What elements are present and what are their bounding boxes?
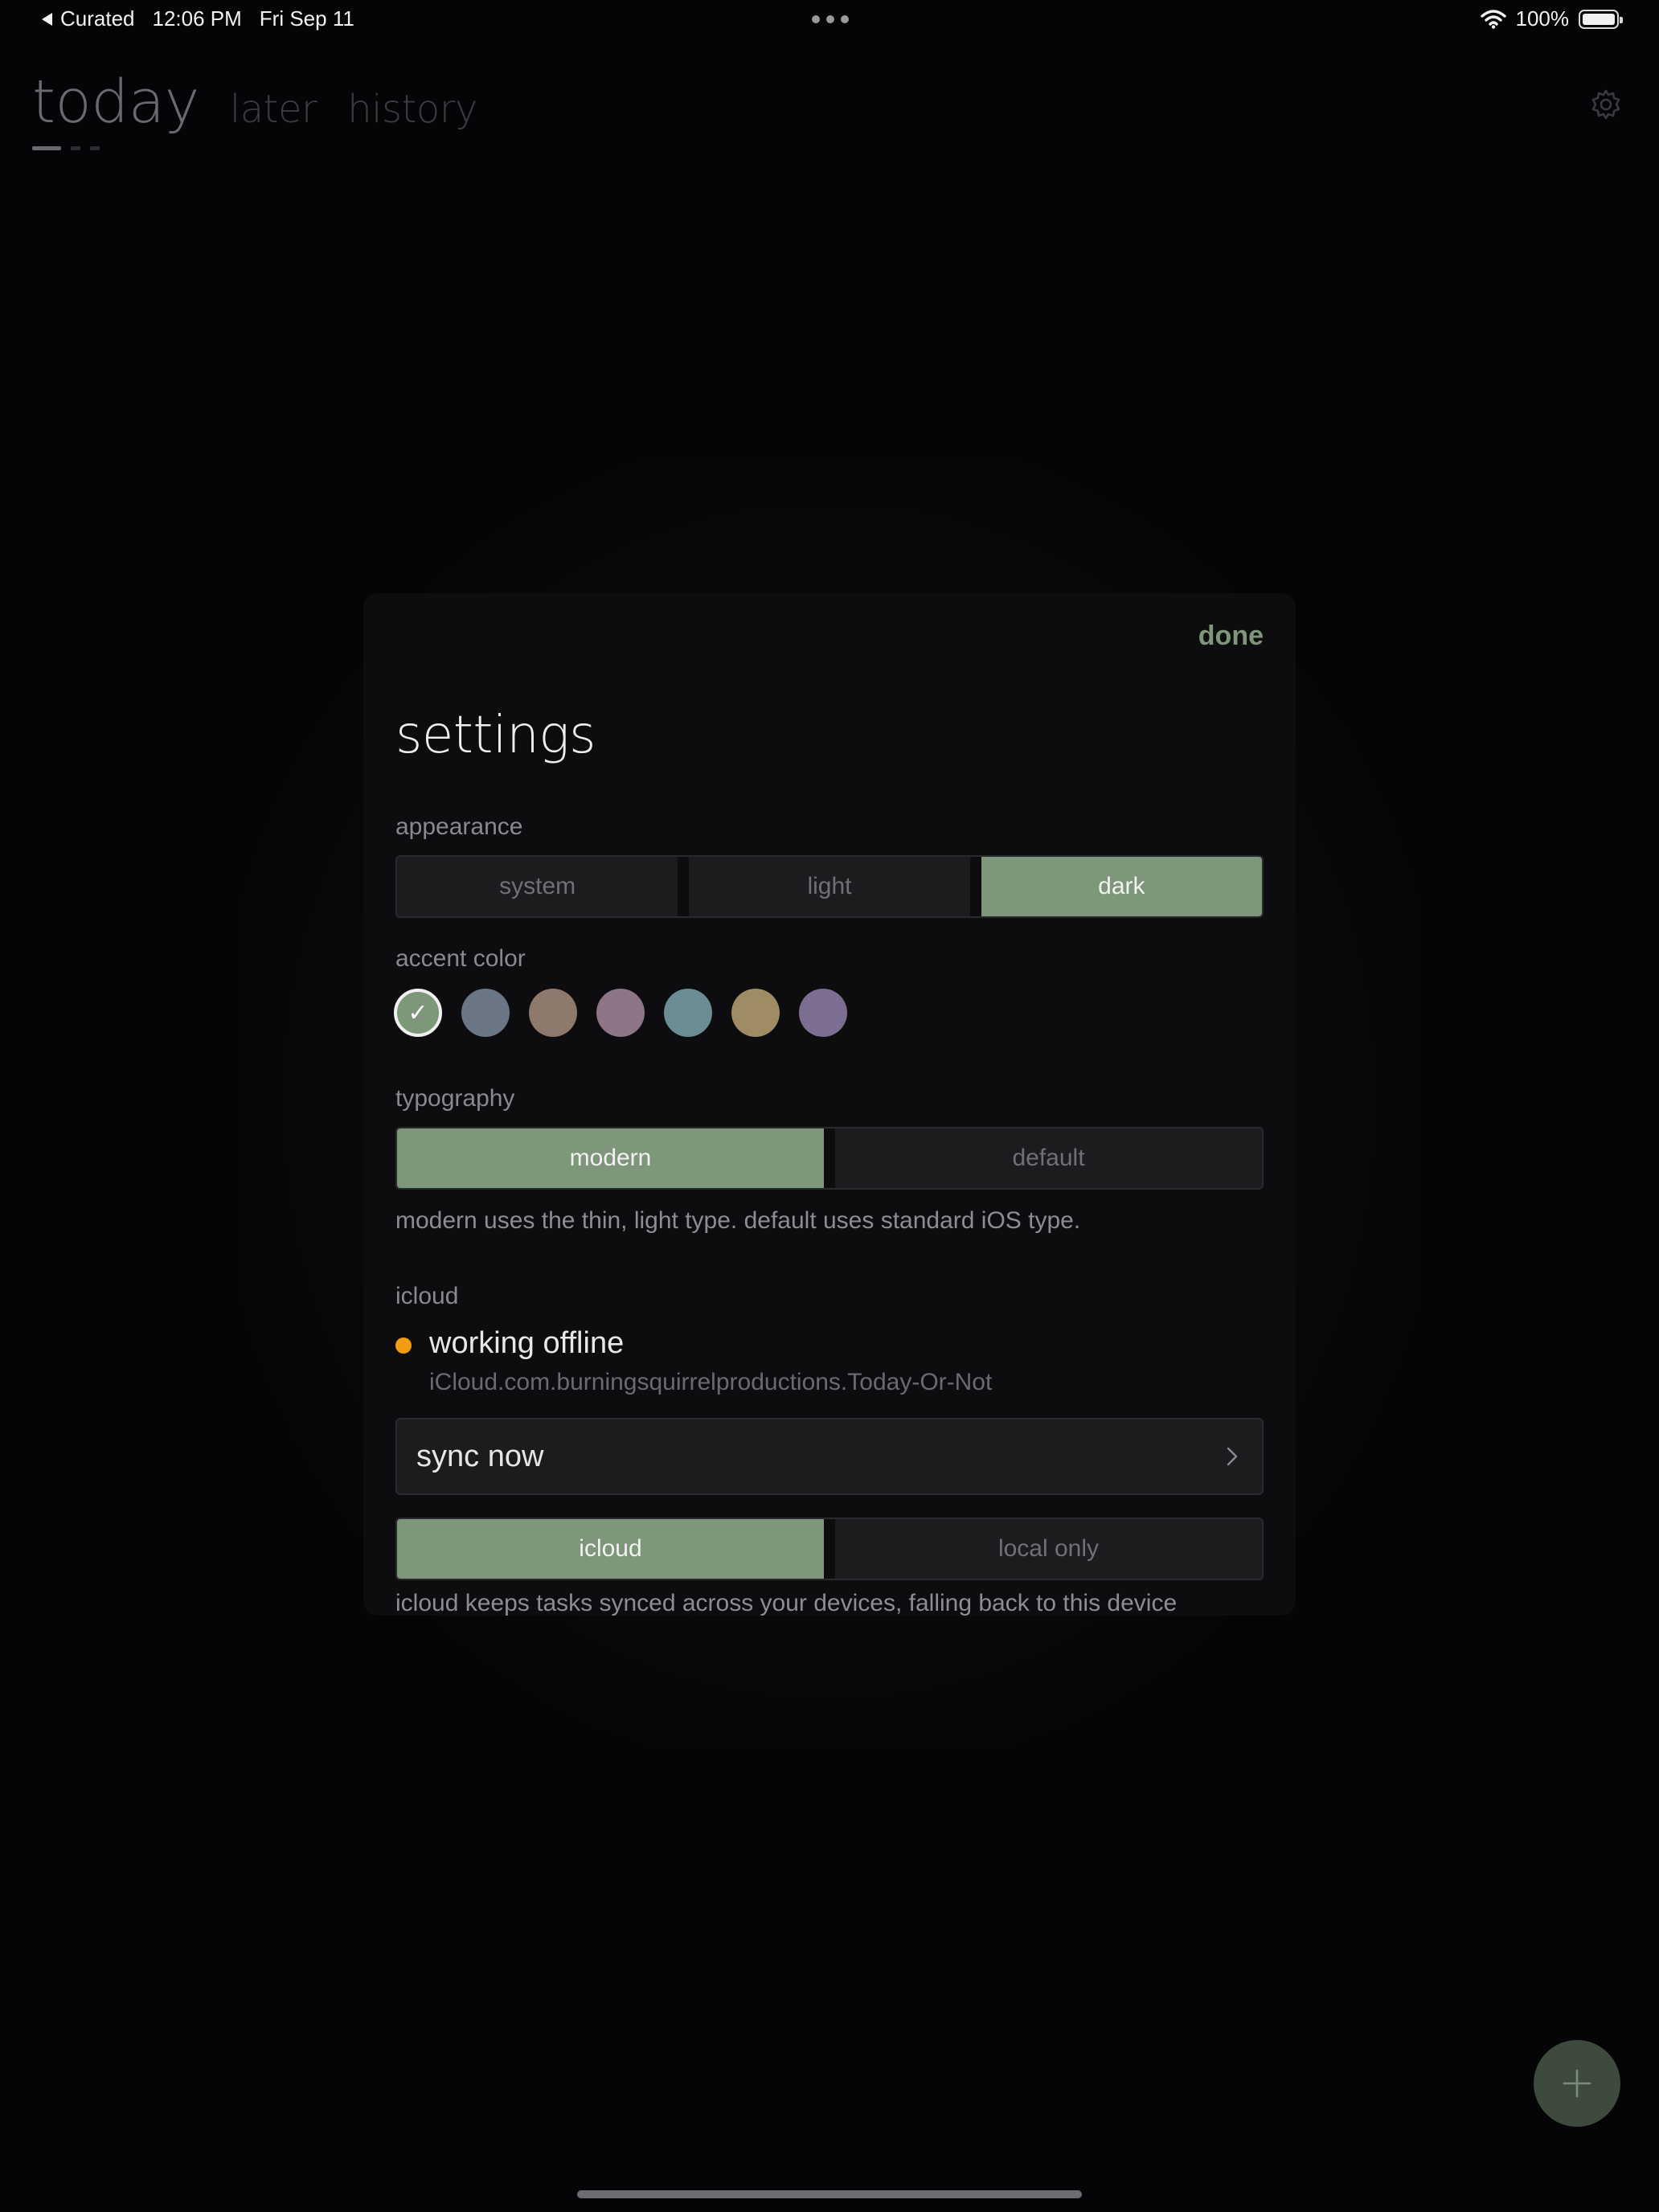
- back-arrow-icon: [42, 12, 52, 26]
- screen: Curated 12:06 PM Fri Sep 11 100% today l…: [0, 0, 1659, 2212]
- typography-label: typography: [395, 1085, 515, 1112]
- accent-swatch-7[interactable]: [799, 989, 847, 1037]
- accent-swatch-6[interactable]: [731, 989, 780, 1037]
- icloud-label: icloud: [395, 1283, 459, 1309]
- sync-now-label: sync now: [416, 1439, 544, 1473]
- accent-swatch-2[interactable]: [461, 989, 510, 1037]
- icloud-container-id: iCloud.com.burningsquirrelproductions.To…: [429, 1369, 993, 1395]
- multitasking-dots-icon[interactable]: [812, 15, 849, 23]
- icloud-status-text: working offline iCloud.com.burningsquirr…: [429, 1326, 992, 1396]
- chevron-right-icon: [1227, 1447, 1238, 1466]
- icloud-status-main: working offline: [429, 1326, 625, 1360]
- back-to-app[interactable]: Curated: [42, 6, 135, 31]
- status-left: Curated 12:06 PM Fri Sep 11: [42, 6, 354, 31]
- gear-icon[interactable]: [1590, 88, 1622, 121]
- tab-nav: today later history: [32, 68, 477, 137]
- settings-title: settings: [395, 706, 596, 765]
- plus-icon: [1563, 2069, 1591, 2098]
- accent-swatch-3[interactable]: [529, 989, 577, 1037]
- appearance-segmented-control: system light dark: [395, 855, 1264, 918]
- status-bar: Curated 12:06 PM Fri Sep 11 100%: [0, 0, 1659, 39]
- checkmark-icon: ✓: [408, 999, 428, 1026]
- done-button[interactable]: done: [1198, 621, 1264, 652]
- typography-segmented-control: modern default: [395, 1127, 1264, 1190]
- status-right: 100%: [1480, 6, 1623, 31]
- page-indicator: [32, 146, 100, 150]
- storage-segmented-control: icloud local only: [395, 1518, 1264, 1580]
- wifi-icon: [1480, 9, 1506, 29]
- add-task-button[interactable]: [1534, 2040, 1620, 2127]
- appearance-label: appearance: [395, 813, 523, 840]
- storage-local-only-option[interactable]: local only: [835, 1519, 1262, 1579]
- settings-modal: done settings appearance system light da…: [363, 593, 1296, 1616]
- status-time: 12:06 PM: [152, 6, 242, 31]
- battery-icon: [1579, 9, 1623, 29]
- accent-color-label: accent color: [395, 945, 526, 972]
- typography-default-option[interactable]: default: [835, 1129, 1262, 1188]
- icloud-status: working offline iCloud.com.burningsquirr…: [395, 1326, 992, 1396]
- home-indicator[interactable]: [577, 2190, 1082, 2198]
- accent-swatch-4[interactable]: [596, 989, 645, 1037]
- typography-modern-option[interactable]: modern: [397, 1129, 824, 1188]
- accent-color-swatches: ✓: [394, 989, 847, 1037]
- appearance-system-option[interactable]: system: [397, 857, 678, 916]
- tab-history[interactable]: history: [347, 87, 477, 132]
- back-app-label: Curated: [60, 6, 135, 31]
- accent-swatch-5[interactable]: [664, 989, 712, 1037]
- sync-now-button[interactable]: sync now: [395, 1418, 1264, 1495]
- battery-percent: 100%: [1515, 6, 1570, 31]
- storage-hint: icloud keeps tasks synced across your de…: [395, 1590, 1178, 1616]
- appearance-light-option[interactable]: light: [689, 857, 969, 916]
- tab-later[interactable]: later: [230, 87, 317, 132]
- typography-hint: modern uses the thin, light type. defaul…: [395, 1207, 1081, 1234]
- accent-swatch-1[interactable]: ✓: [394, 989, 442, 1037]
- appearance-dark-option[interactable]: dark: [981, 857, 1262, 916]
- storage-icloud-option[interactable]: icloud: [397, 1519, 824, 1579]
- status-date: Fri Sep 11: [259, 6, 354, 31]
- offline-status-dot: [395, 1337, 412, 1354]
- tab-today[interactable]: today: [32, 68, 199, 137]
